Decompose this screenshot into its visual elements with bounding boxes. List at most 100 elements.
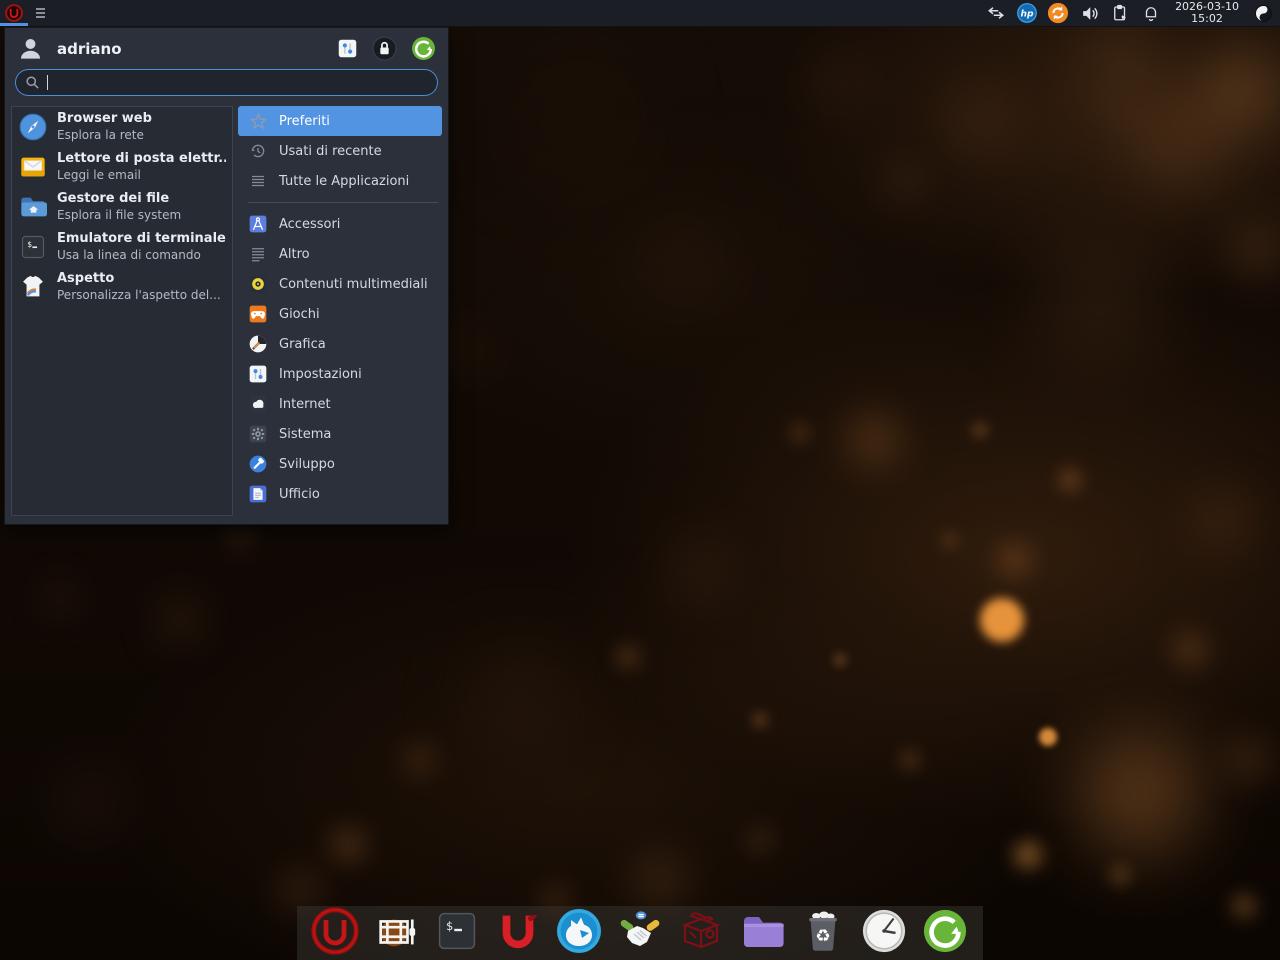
terminal-icon: $ — [18, 232, 48, 262]
category-label: Accessori — [279, 217, 340, 232]
toolbox-icon[interactable] — [677, 907, 725, 955]
category-impostazioni[interactable]: Impostazioni — [238, 359, 442, 389]
item-title: Emulatore di terminale — [57, 231, 226, 247]
category-label: Usati di recente — [279, 144, 382, 159]
logout-icon[interactable] — [921, 907, 969, 955]
username: adriano — [57, 40, 122, 58]
category-label: Altro — [279, 247, 310, 262]
favorites-list: Browser web Esplora la rete Lettore di p… — [11, 106, 233, 516]
applications-menu-popup: adriano — [4, 27, 449, 525]
item-title: Gestore dei file — [57, 191, 181, 207]
updates-icon[interactable] — [1047, 2, 1069, 24]
handshake-app-icon[interactable] — [616, 907, 664, 955]
panel-clock[interactable]: 2026-03-10 15:02 — [1171, 1, 1243, 25]
menu-item-terminal[interactable]: $ Emulatore di terminale Usa la linea di… — [12, 227, 232, 267]
hamburger-icon[interactable] — [36, 8, 45, 18]
clock-icon[interactable] — [860, 907, 908, 955]
star-icon — [248, 111, 268, 131]
category-sistema[interactable]: Sistema — [238, 419, 442, 449]
panel-clock-time: 15:02 — [1175, 13, 1239, 25]
hp-device-icon[interactable]: hp — [1016, 2, 1038, 24]
list-icon — [248, 171, 268, 191]
category-list: Preferiti Usati di recente — [238, 106, 442, 516]
category-accessori[interactable]: Accessori — [238, 209, 442, 239]
category-preferiti[interactable]: Preferiti — [238, 106, 442, 136]
active-indicator — [0, 23, 28, 26]
logout-icon[interactable] — [411, 36, 436, 61]
dock: $ — [297, 906, 983, 960]
file-manager-icon — [18, 192, 48, 222]
item-subtitle: Esplora il file system — [57, 208, 181, 223]
other-icon — [248, 244, 268, 264]
category-label: Tutte le Applicazioni — [279, 174, 409, 189]
appearance-icon — [18, 272, 48, 302]
terminal-icon[interactable]: $ — [433, 907, 481, 955]
svg-text:$: $ — [446, 919, 453, 933]
category-sviluppo[interactable]: Sviluppo — [238, 449, 442, 479]
item-subtitle: Leggi le email — [57, 168, 226, 183]
applications-menu-button[interactable] — [0, 0, 28, 26]
category-label: Ufficio — [279, 487, 320, 502]
item-subtitle: Usa la linea di comando — [57, 248, 226, 263]
menu-header: adriano — [5, 28, 448, 67]
settings-icon — [248, 364, 268, 384]
user-avatar — [17, 35, 44, 62]
category-ufficio[interactable]: Ufficio — [238, 479, 442, 509]
category-giochi[interactable]: Giochi — [238, 299, 442, 329]
category-internet[interactable]: Internet — [238, 389, 442, 419]
menu-item-file-manager[interactable]: Gestore dei file Esplora il file system — [12, 187, 232, 227]
volume-icon[interactable] — [1078, 2, 1100, 24]
category-altro[interactable]: Altro — [238, 239, 442, 269]
category-contenuti-multimediali[interactable]: Contenuti multimediali — [238, 269, 442, 299]
web-browser-icon — [18, 112, 48, 142]
item-subtitle: Esplora la rete — [57, 128, 152, 143]
settings-shortcut-icon[interactable] — [337, 38, 358, 59]
ufficiozero-logo-icon — [4, 3, 24, 23]
category-label: Sistema — [279, 427, 331, 442]
graphics-icon — [248, 334, 268, 354]
category-label: Contenuti multimediali — [279, 277, 428, 292]
menu-item-appearance[interactable]: Aspetto Personalizza l'aspetto del... — [12, 267, 232, 307]
category-usati-di-recente[interactable]: Usati di recente — [238, 136, 442, 166]
development-icon — [248, 454, 268, 474]
input-method-yinyang-icon[interactable] — [1252, 2, 1274, 24]
internet-icon — [248, 394, 268, 414]
menu-item-browser-web[interactable]: Browser web Esplora la rete — [12, 107, 232, 147]
office-icon — [248, 484, 268, 504]
video-editor-icon[interactable] — [372, 907, 420, 955]
search-input[interactable] — [15, 69, 438, 96]
category-grafica[interactable]: Grafica — [238, 329, 442, 359]
category-label: Internet — [279, 397, 331, 412]
category-separator — [248, 202, 438, 203]
category-label: Giochi — [279, 307, 320, 322]
item-subtitle: Personalizza l'aspetto del... — [57, 288, 221, 303]
file-manager-folder-icon[interactable] — [738, 907, 786, 955]
system-icon — [248, 424, 268, 444]
notifications-bell-icon[interactable] — [1140, 2, 1162, 24]
top-panel: hp — [0, 0, 1280, 27]
trash-icon[interactable]: ♻ — [799, 907, 847, 955]
category-label: Sviluppo — [279, 457, 335, 472]
category-label: Impostazioni — [279, 367, 362, 382]
item-title: Aspetto — [57, 271, 221, 287]
red-u-app-icon[interactable] — [494, 907, 542, 955]
category-tutte-le-applicazioni[interactable]: Tutte le Applicazioni — [238, 166, 442, 196]
games-icon — [248, 304, 268, 324]
menu-item-mail-reader[interactable]: Lettore di posta elettr... Leggi le emai… — [12, 147, 232, 187]
mail-reader-icon — [18, 152, 48, 182]
swap-arrows-icon[interactable] — [985, 2, 1007, 24]
search-icon — [25, 75, 40, 90]
librewolf-browser-icon[interactable] — [555, 907, 603, 955]
svg-text:hp: hp — [1021, 9, 1035, 20]
lock-screen-icon[interactable] — [372, 36, 397, 61]
category-label: Grafica — [279, 337, 326, 352]
item-title: Lettore di posta elettr... — [57, 151, 226, 167]
system-tray: hp — [985, 0, 1280, 26]
ufficiozero-logo-icon[interactable] — [311, 907, 359, 955]
clipboard-icon[interactable] — [1109, 2, 1131, 24]
multimedia-icon — [248, 274, 268, 294]
svg-text:♻: ♻ — [815, 927, 830, 947]
item-title: Browser web — [57, 111, 152, 127]
category-label: Preferiti — [279, 114, 330, 129]
accessories-icon — [248, 214, 268, 234]
